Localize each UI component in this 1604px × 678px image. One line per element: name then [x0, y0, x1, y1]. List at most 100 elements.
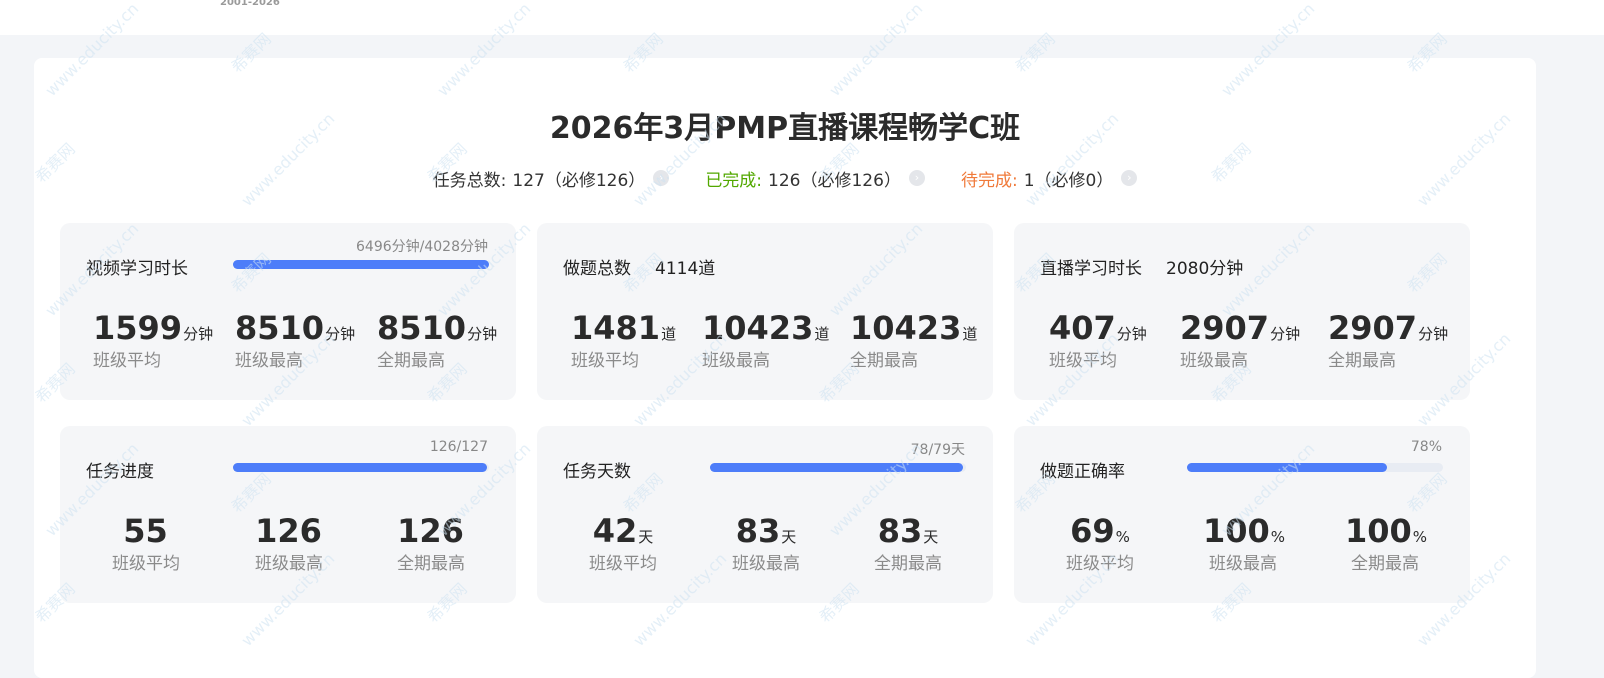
stat-value: 100: [1203, 512, 1270, 550]
stat-caption: 全期最高: [397, 554, 465, 574]
stat-class-average: 69% 班级平均: [1060, 511, 1140, 574]
progress-bar-fill: [233, 463, 487, 472]
stat-caption: 班级最高: [702, 351, 770, 371]
card-task-progress: 任务进度 126/127 55 班级平均 126 班级最高 126 全期最高: [60, 426, 516, 603]
stat-class-max: 8510分钟 班级最高: [235, 308, 355, 371]
card-total-questions: 做题总数 4114道 1481道 班级平均 10423道 班级最高 10423道…: [537, 223, 993, 400]
stat-value: 407: [1049, 309, 1116, 347]
chevron-right-icon[interactable]: ›: [1121, 170, 1138, 186]
stat-class-max: 83天 班级最高: [726, 511, 806, 574]
stat-caption: 班级最高: [255, 554, 323, 574]
stat-caption: 班级平均: [93, 351, 161, 371]
progress-bar: [233, 260, 489, 269]
summary-total[interactable]: 任务总数: 127（必修126） ›: [433, 166, 670, 191]
stat-unit: 天: [923, 528, 939, 546]
progress-text: 78/79天: [910, 442, 965, 458]
stat-unit: 分钟: [325, 325, 356, 343]
stat-value: 126: [397, 512, 464, 550]
stat-value: 1481: [571, 309, 661, 347]
stat-caption: 班级最高: [1209, 554, 1277, 574]
stat-all-time-max: 10423道 全期最高: [850, 308, 977, 371]
stat-all-time-max: 2907分钟 全期最高: [1328, 308, 1448, 371]
stat-caption: 班级最高: [1180, 351, 1248, 371]
stat-value: 126: [255, 512, 322, 550]
stat-caption: 班级最高: [732, 554, 800, 574]
stat-unit: 分钟: [183, 325, 214, 343]
stat-value: 83: [735, 512, 781, 550]
stat-class-max: 2907分钟 班级最高: [1180, 308, 1300, 371]
stat-caption: 全期最高: [377, 351, 445, 371]
stat-unit: 分钟: [1270, 325, 1301, 343]
stat-caption: 班级平均: [112, 554, 180, 574]
summary-pending-label: 待完成:: [960, 170, 1018, 191]
stat-value: 100: [1345, 512, 1412, 550]
stat-unit: %: [1115, 528, 1130, 546]
progress-bar: [1187, 463, 1443, 472]
progress-bar-fill: [710, 463, 963, 472]
stat-value: 2907: [1180, 309, 1270, 347]
stat-caption: 全期最高: [874, 554, 942, 574]
stat-all-time-max: 83天 全期最高: [868, 511, 948, 574]
progress-text: 6496分钟/4028分钟: [356, 239, 488, 255]
card-total-value: 2080分钟: [1166, 259, 1244, 279]
stat-class-max: 126 班级最高: [249, 511, 329, 574]
card-label: 任务进度: [86, 462, 154, 482]
card-label: 任务天数: [563, 462, 631, 482]
stat-value: 55: [123, 512, 168, 550]
stat-caption: 班级平均: [1066, 554, 1134, 574]
course-stats-panel: 2026年3月PMP直播课程畅学C班 任务总数: 127（必修126） › 已完…: [34, 58, 1536, 678]
stat-value: 83: [877, 512, 923, 550]
progress-bar-fill: [1187, 463, 1387, 472]
course-title: 2026年3月PMP直播课程畅学C班: [549, 111, 1021, 146]
progress-text: 78%: [1410, 439, 1442, 455]
stat-class-max: 10423道 班级最高: [702, 308, 829, 371]
stat-unit: 天: [781, 528, 797, 546]
stat-class-average: 1599分钟 班级平均: [93, 308, 213, 371]
header-years: 2001-2026: [220, 0, 280, 8]
stat-caption: 班级平均: [589, 554, 657, 574]
card-label: 做题总数: [563, 259, 631, 279]
card-total-value: 4114道: [655, 259, 716, 279]
summary-completed[interactable]: 已完成: 126（必修126） ›: [705, 166, 925, 191]
summary-total-label: 任务总数:: [432, 170, 507, 191]
card-task-days: 任务天数 78/79天 42天 班级平均 83天 班级最高 83天 全期最高: [537, 426, 993, 603]
stat-class-average: 1481道 班级平均: [571, 308, 676, 371]
card-label: 做题正确率: [1040, 462, 1125, 482]
stat-unit: 道: [962, 325, 978, 343]
stat-class-max: 100% 班级最高: [1203, 511, 1286, 574]
progress-text: 126/127: [429, 439, 488, 455]
stat-caption: 全期最高: [850, 351, 918, 371]
stat-class-average: 42天 班级平均: [583, 511, 663, 574]
summary-pending-value: 1（必修0）: [1023, 170, 1114, 191]
stat-value: 10423: [702, 309, 814, 347]
progress-bar: [233, 463, 489, 472]
card-label: 视频学习时长: [86, 259, 188, 279]
stat-value: 2907: [1328, 309, 1418, 347]
stat-class-average: 55 班级平均: [106, 511, 186, 574]
stat-unit: 分钟: [1418, 325, 1449, 343]
stat-class-average: 407分钟 班级平均: [1049, 308, 1147, 371]
stat-value: 69: [1070, 512, 1115, 550]
stat-all-time-max: 8510分钟 全期最高: [377, 308, 497, 371]
card-question-accuracy: 做题正确率 78% 69% 班级平均 100% 班级最高 100% 全期最高: [1014, 426, 1470, 603]
chevron-right-icon[interactable]: ›: [908, 170, 925, 186]
stat-value: 10423: [850, 309, 962, 347]
stat-caption: 全期最高: [1351, 554, 1419, 574]
card-live-study-time: 直播学习时长 2080分钟 407分钟 班级平均 2907分钟 班级最高 290…: [1014, 223, 1470, 400]
summary-completed-label: 已完成:: [705, 170, 763, 191]
stat-unit: 天: [638, 528, 654, 546]
stat-caption: 班级平均: [1049, 351, 1117, 371]
stat-unit: 分钟: [1116, 325, 1147, 343]
card-label: 直播学习时长: [1040, 259, 1142, 279]
summary-pending[interactable]: 待完成: 1（必修0） ›: [960, 166, 1138, 191]
chevron-right-icon[interactable]: ›: [653, 170, 670, 186]
stat-unit: 道: [814, 325, 830, 343]
card-video-study-time: 视频学习时长 6496分钟/4028分钟 1599分钟 班级平均 8510分钟 …: [60, 223, 516, 400]
summary-total-value: 127（必修126）: [512, 170, 646, 191]
stat-value: 1599: [93, 309, 183, 347]
progress-bar: [710, 463, 966, 472]
stat-unit: 分钟: [467, 325, 498, 343]
stat-unit: %: [1270, 528, 1286, 546]
stat-unit: 道: [661, 325, 677, 343]
stat-value: 42: [592, 512, 638, 550]
